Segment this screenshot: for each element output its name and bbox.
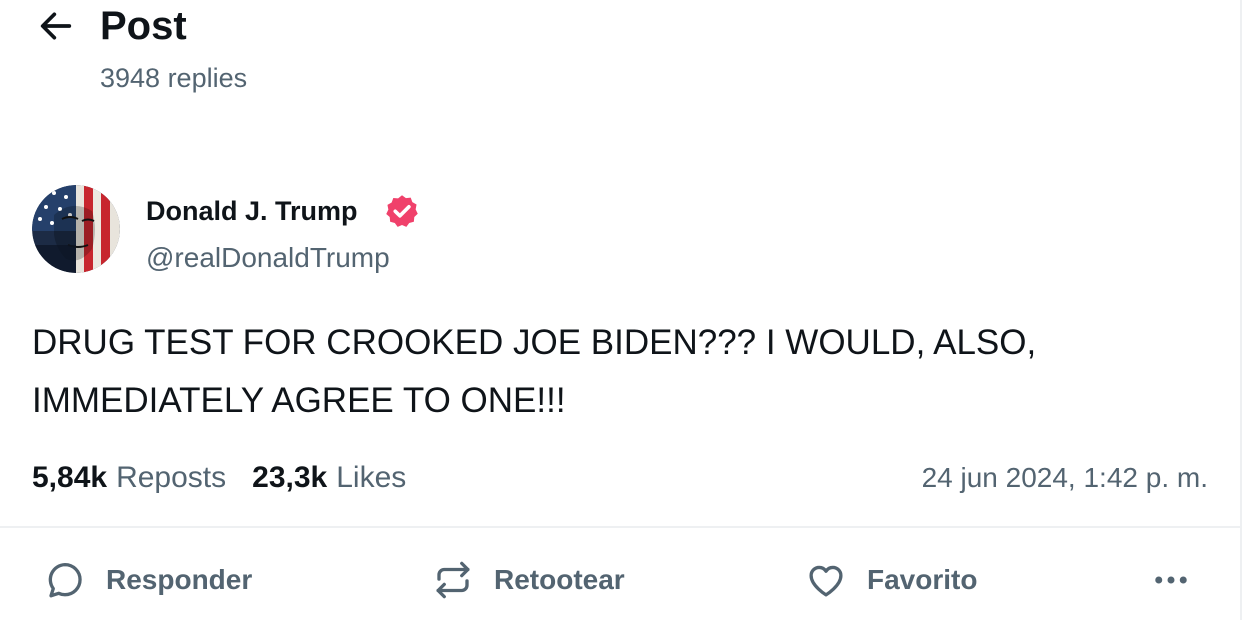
avatar-image <box>32 185 120 273</box>
repost-button[interactable]: Retootear <box>432 556 625 604</box>
likes-label: Likes <box>336 461 407 494</box>
author-name[interactable]: Donald J. Trump <box>146 193 358 229</box>
post-page: Post 3948 replies Donald J. Trump @realD… <box>0 0 1244 620</box>
reposts-count: 5,84k <box>32 461 108 494</box>
favorite-label: Favorito <box>867 564 978 595</box>
back-button[interactable] <box>30 4 82 48</box>
action-bar: Responder Retootear Favorito <box>0 548 1240 612</box>
column-border <box>1240 0 1242 620</box>
likes-count: 23,3k <box>252 461 328 494</box>
divider <box>0 526 1240 528</box>
page-title: Post <box>100 4 187 48</box>
favorite-button[interactable]: Favorito <box>805 556 977 604</box>
arrow-left-icon <box>40 12 72 40</box>
reply-bubble-icon <box>48 562 82 598</box>
replies-count: 3948 replies <box>100 63 248 93</box>
likes-stat[interactable]: 23,3k Likes <box>252 458 406 498</box>
more-options-button[interactable] <box>1150 556 1192 604</box>
post-stats: 5,84k Reposts 23,3k Likes <box>32 458 406 498</box>
post-text: DRUG TEST FOR CROOKED JOE BIDEN??? I WOU… <box>32 323 1037 420</box>
verified-badge-icon <box>386 195 418 227</box>
heart-icon <box>809 565 843 597</box>
reposts-label: Reposts <box>116 461 227 494</box>
ellipsis-icon <box>1155 576 1187 584</box>
avatar[interactable] <box>32 185 120 273</box>
repost-icon <box>436 561 470 599</box>
author-handle[interactable]: @realDonaldTrump <box>146 240 390 276</box>
reply-button[interactable]: Responder <box>44 556 252 604</box>
reposts-stat[interactable]: 5,84k Reposts <box>32 458 226 498</box>
reply-label: Responder <box>106 564 253 595</box>
post-header: Post 3948 replies <box>0 0 1240 110</box>
post-timestamp[interactable]: 24 jun 2024, 1:42 p. m. <box>922 458 1208 498</box>
repost-label: Retootear <box>494 564 625 595</box>
